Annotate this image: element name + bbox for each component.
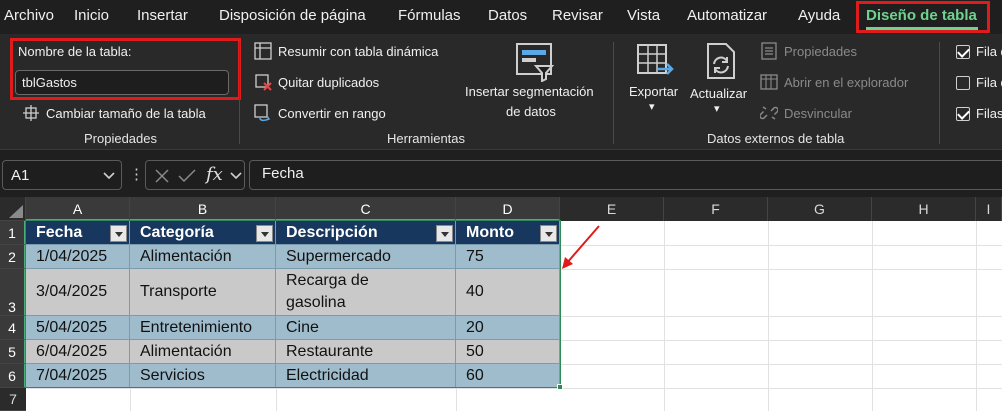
insert-function-icon[interactable]: fx [206, 164, 223, 185]
refresh-button[interactable]: Actualizar [690, 86, 747, 101]
resize-table-button[interactable]: Cambiar tamaño de la tabla [46, 106, 206, 121]
enter-check-icon[interactable] [178, 168, 196, 184]
properties-icon [761, 42, 777, 60]
row-header-3[interactable]: 3 [0, 269, 26, 316]
banded-rows-checkbox[interactable] [956, 107, 970, 121]
group-label-propiedades: Propiedades [84, 131, 157, 146]
properties-button[interactable]: Propiedades [784, 44, 857, 59]
slicer-icon [516, 43, 554, 82]
column-header-g[interactable]: G [768, 197, 872, 221]
convert-to-range-button[interactable]: Convertir en rango [278, 106, 386, 121]
column-header-h[interactable]: H [872, 197, 976, 221]
column-header-i[interactable]: I [976, 197, 1002, 221]
unlink-icon [760, 106, 778, 120]
row-header-4[interactable]: 4 [0, 316, 26, 340]
row-header-6[interactable]: 6 [0, 364, 26, 388]
pivot-table-icon [254, 42, 272, 60]
total-row-checkbox[interactable] [956, 76, 970, 90]
annotation-arrow-icon [562, 225, 600, 269]
header-row-label: Fila d [976, 44, 1002, 59]
open-browser-icon [760, 74, 778, 90]
menu-automatizar[interactable]: Automatizar [687, 0, 767, 34]
active-tab-highlight [856, 1, 990, 33]
export-icon [637, 44, 674, 75]
column-header-c[interactable]: C [276, 197, 456, 221]
total-row-label: Fila d [976, 75, 1002, 90]
menu-insertar[interactable]: Insertar [137, 0, 188, 34]
convert-range-icon [254, 104, 271, 122]
refresh-chevron-icon[interactable]: ▾ [714, 102, 720, 115]
group-label-herramientas: Herramientas [387, 131, 466, 146]
menu-ayuda[interactable]: Ayuda [798, 0, 840, 34]
group-label-externos: Datos externos de tabla [707, 131, 845, 146]
table-selection-border [25, 220, 561, 388]
insert-slicer-button-line1[interactable]: Insertar segmentación [465, 84, 594, 99]
formula-input[interactable]: Fecha [249, 160, 1002, 190]
row-header-7[interactable]: 7 [0, 388, 26, 411]
menu-revisar[interactable]: Revisar [552, 0, 603, 34]
menu-datos[interactable]: Datos [488, 0, 527, 34]
ribbon-separator [939, 42, 940, 144]
remove-duplicates-icon [255, 74, 272, 91]
pivot-summary-button[interactable]: Resumir con tabla dinámica [278, 44, 438, 59]
more-options-icon[interactable]: ⋮ [129, 165, 144, 183]
banded-rows-label: Filas [976, 106, 1002, 121]
resize-table-icon [23, 105, 39, 121]
remove-duplicates-button[interactable]: Quitar duplicados [278, 75, 379, 90]
menu-bar: Archivo Inicio Insertar Disposición de p… [0, 0, 1002, 34]
row-header-2[interactable]: 2 [0, 245, 26, 269]
insert-slicer-button-line2[interactable]: de datos [506, 104, 556, 119]
menu-formulas[interactable]: Fórmulas [398, 0, 461, 34]
menu-archivo[interactable]: Archivo [4, 0, 54, 34]
chevron-down-icon[interactable] [103, 171, 115, 181]
ribbon-separator [239, 42, 240, 144]
menu-inicio[interactable]: Inicio [74, 0, 109, 34]
select-all-icon [9, 205, 23, 218]
export-button[interactable]: Exportar [629, 84, 678, 99]
ribbon-separator [613, 42, 614, 144]
gridline [130, 388, 131, 411]
chevron-down-icon[interactable] [230, 171, 242, 181]
gridline [26, 388, 1002, 389]
header-row-checkbox[interactable] [956, 45, 970, 59]
select-all-corner[interactable] [0, 197, 26, 221]
column-header-e[interactable]: E [560, 197, 664, 221]
column-header-b[interactable]: B [130, 197, 276, 221]
cancel-icon[interactable] [154, 168, 170, 184]
row-header-1[interactable]: 1 [0, 221, 26, 245]
export-chevron-icon[interactable]: ▾ [649, 100, 655, 113]
menu-disposicion[interactable]: Disposición de página [219, 0, 366, 34]
name-box-value: A1 [11, 167, 30, 184]
refresh-icon [707, 43, 735, 79]
column-header-a[interactable]: A [26, 197, 130, 221]
row-header-5[interactable]: 5 [0, 340, 26, 364]
gridline [276, 388, 277, 411]
menu-vista[interactable]: Vista [627, 0, 660, 34]
open-in-browser-button[interactable]: Abrir en el explorador [784, 75, 908, 90]
table-name-highlight [10, 38, 241, 100]
name-box[interactable]: A1 [2, 160, 122, 190]
unlink-button[interactable]: Desvincular [784, 106, 852, 121]
column-header-f[interactable]: F [664, 197, 768, 221]
gridline [456, 388, 457, 411]
fill-handle[interactable] [557, 384, 563, 390]
column-header-d[interactable]: D [456, 197, 560, 221]
formula-buttons: fx [145, 160, 245, 190]
